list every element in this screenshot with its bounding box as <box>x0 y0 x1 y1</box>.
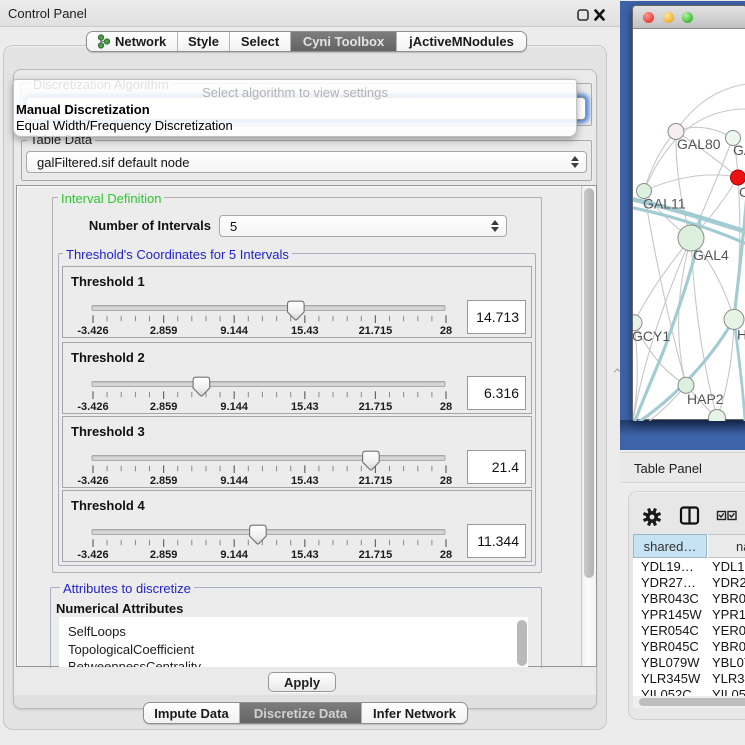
svg-text:21.715: 21.715 <box>359 549 393 561</box>
svg-text:9.144: 9.144 <box>220 325 248 337</box>
svg-text:2.859: 2.859 <box>150 549 178 561</box>
svg-text:28: 28 <box>440 475 452 487</box>
svg-text:21.715: 21.715 <box>359 401 393 413</box>
svg-text:GCY1: GCY1 <box>633 328 670 344</box>
svg-text:2.859: 2.859 <box>150 475 178 487</box>
svg-text:15.43: 15.43 <box>291 475 319 487</box>
svg-text:C: C <box>739 184 745 200</box>
svg-text:-3.426: -3.426 <box>77 325 108 337</box>
svg-text:28: 28 <box>440 401 452 413</box>
svg-text:GA: GA <box>733 142 745 158</box>
svg-text:2.859: 2.859 <box>150 325 178 337</box>
svg-text:15.43: 15.43 <box>291 401 319 413</box>
svg-text:9.144: 9.144 <box>220 401 248 413</box>
svg-text:15.43: 15.43 <box>291 325 319 337</box>
svg-text:28: 28 <box>440 325 452 337</box>
svg-text:GAL4: GAL4 <box>693 247 729 263</box>
svg-text:H: H <box>737 327 745 343</box>
svg-text:21.715: 21.715 <box>359 325 393 337</box>
svg-text:21.715: 21.715 <box>359 475 393 487</box>
svg-text:-3.426: -3.426 <box>77 475 108 487</box>
svg-text:28: 28 <box>440 549 452 561</box>
svg-text:-3.426: -3.426 <box>77 549 108 561</box>
svg-text:HAP2: HAP2 <box>687 391 724 407</box>
svg-text:GAL80: GAL80 <box>677 136 721 152</box>
svg-text:2.859: 2.859 <box>150 401 178 413</box>
svg-text:9.144: 9.144 <box>220 475 248 487</box>
svg-text:9.144: 9.144 <box>220 549 248 561</box>
svg-text:GAL11: GAL11 <box>643 196 686 212</box>
svg-text:15.43: 15.43 <box>291 549 319 561</box>
svg-text:-3.426: -3.426 <box>77 401 108 413</box>
